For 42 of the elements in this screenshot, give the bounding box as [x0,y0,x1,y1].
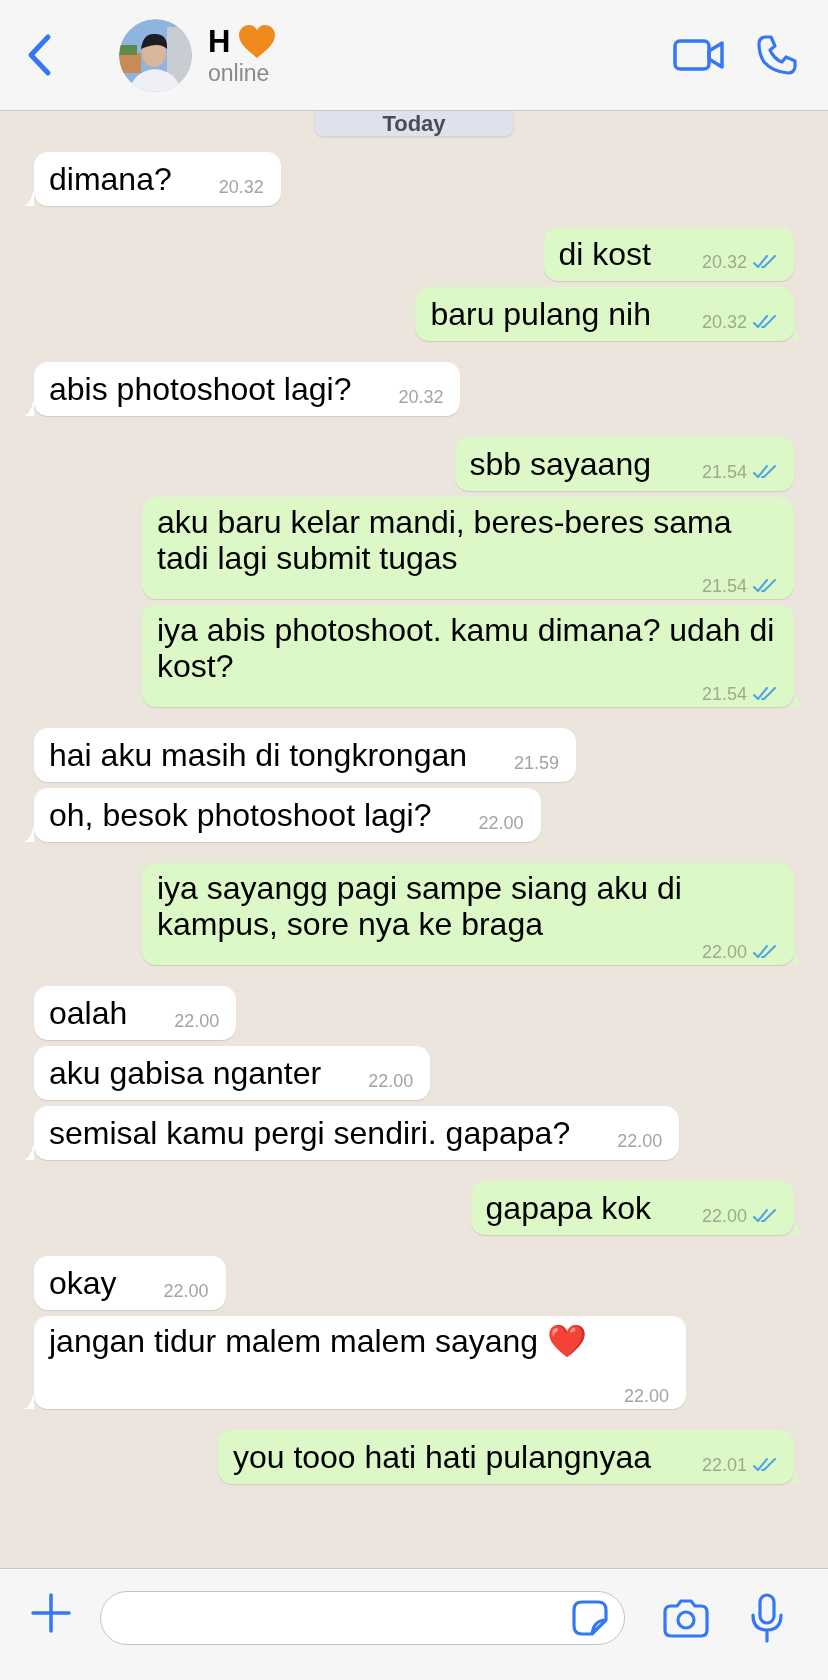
message-text: semisal kamu pergi sendiri. gapapa? [49,1115,571,1151]
heart-icon [238,25,277,59]
message-text: sbb sayaang [469,446,651,482]
message-time: 22.00 [174,1010,220,1032]
message-text: oalah [49,995,128,1031]
message-text: you tooo hati hati pulangnyaa [232,1439,651,1475]
message-text: baru pulang nih [430,296,651,332]
message-time: 22.00 [478,812,524,834]
message-time: 22.00 [623,1385,669,1407]
message-time: 20.32 [701,251,747,273]
message-text: hai aku masih di tongkrongan [49,737,468,773]
message-time: 22.01 [701,1454,747,1476]
message-text: okay [49,1265,117,1301]
message-text: iya sayangg pagi sampe siang aku di kampus, sore nya ke braga [157,870,682,942]
phone-call-button[interactable] [754,32,800,78]
message-time: 22.00 [617,1130,663,1152]
add-button[interactable] [29,1591,73,1635]
message-time: 21.54 [701,575,747,597]
message-time: 20.32 [218,176,264,198]
message-time: 20.32 [701,311,747,333]
message-time: 22.00 [701,941,747,963]
message-input[interactable] [100,1591,625,1645]
message-text: aku gabisa nganter [49,1055,322,1091]
contact-name: H [208,24,231,60]
message-text: dimana? [49,161,172,197]
sticker-icon[interactable] [572,1600,608,1636]
message-text: gapapa kok [485,1190,651,1226]
message-time: 22.00 [368,1070,414,1092]
message-time: 22.00 [163,1280,209,1302]
contact-status: online [208,60,271,86]
date-badge: Today [315,112,513,136]
message-time: 22.00 [701,1205,747,1227]
message-time: 21.54 [701,683,747,705]
message-text: abis photoshoot lagi? [49,371,352,407]
message-time: 20.32 [398,386,444,408]
message-text: aku baru kelar mandi, beres-beres sama tadi lagi submit tugas [157,504,732,576]
message-text: jangan tidur malem malem sayang ❤ [49,1323,587,1359]
message-text: di kost [558,236,651,272]
message-time: 21.59 [514,752,560,774]
message-text: iya abis photoshoot. kamu dimana? udah di kost? [157,612,775,684]
message-time: 21.54 [701,461,747,483]
message-text: oh, besok photoshoot lagi? [49,797,432,833]
